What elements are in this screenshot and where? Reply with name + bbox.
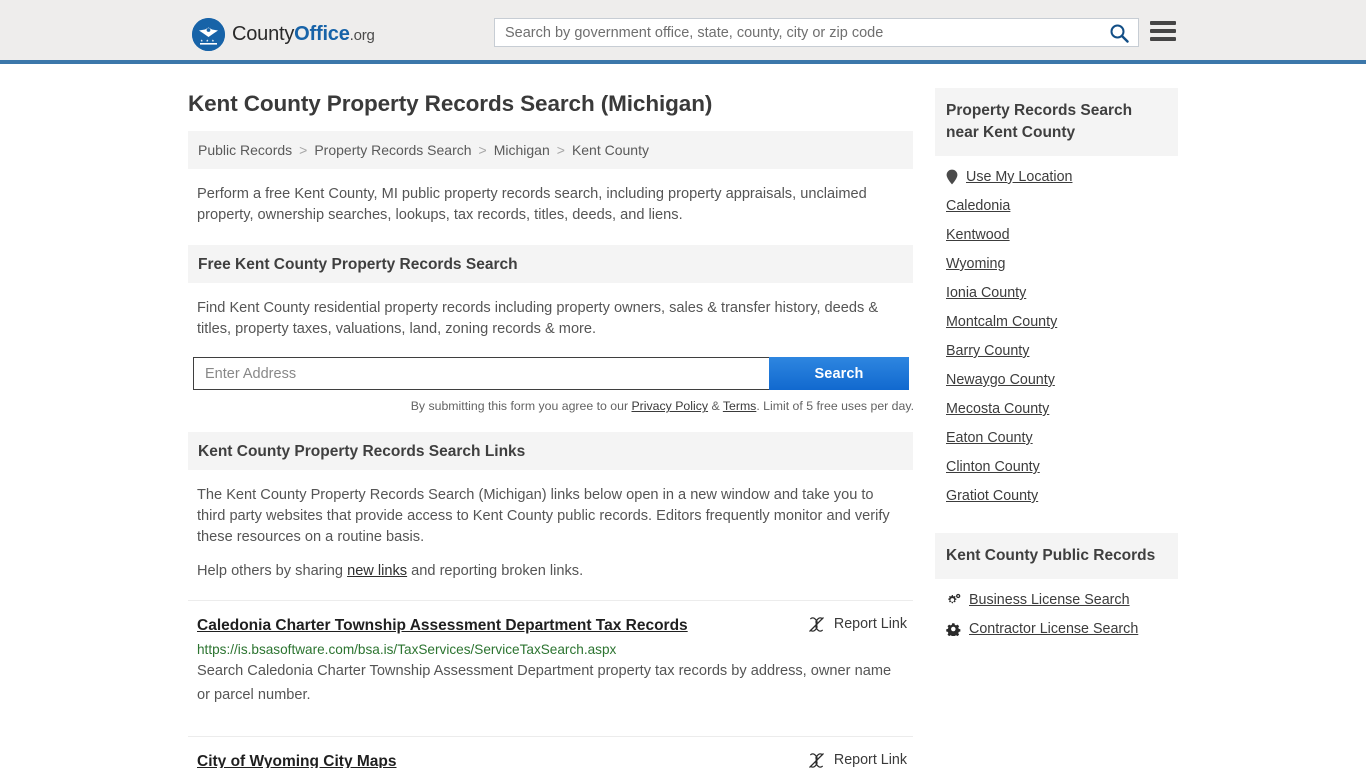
- report-link-button[interactable]: Report Link: [808, 616, 913, 633]
- sidebar-item-newaygo-county[interactable]: Newaygo County: [935, 359, 1178, 388]
- share-prefix: Help others by sharing: [197, 563, 348, 580]
- sidebar-use-my-location-link[interactable]: Use My Location: [966, 169, 1072, 185]
- global-search-bar[interactable]: [494, 18, 1139, 47]
- breadcrumb-separator-icon: >: [556, 142, 565, 158]
- sidebar-item-business-license-search[interactable]: Business License Search: [935, 579, 1178, 608]
- sidebar-public-records-card: Kent County Public Records Business Lice…: [935, 533, 1178, 637]
- broken-link-icon: [809, 617, 824, 632]
- form-legal-text: By submitting this form you agree to our…: [193, 399, 914, 413]
- sidebar-item-ionia-county[interactable]: Ionia County: [935, 272, 1178, 301]
- sidebar-item-caledonia[interactable]: Caledonia: [935, 185, 1178, 214]
- terms-link[interactable]: Terms: [723, 399, 756, 413]
- breadcrumb-item-property-records-search[interactable]: Property Records Search: [314, 142, 471, 158]
- sidebar-link[interactable]: Kentwood: [946, 227, 1010, 243]
- breadcrumb-item-public-records[interactable]: Public Records: [198, 142, 292, 158]
- site-logo[interactable]: CountyOffice.org: [192, 18, 375, 51]
- sidebar: Property Records Search near Kent County…: [935, 64, 1178, 768]
- site-header: CountyOffice.org: [0, 0, 1366, 64]
- global-search-input[interactable]: [495, 19, 1100, 46]
- sidebar-public-records-heading: Kent County Public Records: [935, 533, 1178, 579]
- sidebar-link[interactable]: Business License Search: [969, 592, 1130, 608]
- report-link-label: Report Link: [833, 752, 907, 768]
- hamburger-bar: [1150, 21, 1176, 25]
- link-entry-header: Caledonia Charter Township Assessment De…: [197, 616, 913, 636]
- sidebar-link[interactable]: Newaygo County: [946, 372, 1055, 388]
- link-entry-title[interactable]: City of Wyoming City Maps: [197, 753, 397, 768]
- link-entry-title[interactable]: Caledonia Charter Township Assessment De…: [197, 617, 688, 636]
- report-link-button[interactable]: Report Link: [808, 752, 913, 768]
- gear-icon: [946, 622, 961, 636]
- page-intro-text: Perform a free Kent County, MI public pr…: [197, 186, 867, 223]
- links-section-heading: Kent County Property Records Search Link…: [188, 432, 913, 471]
- logo-text-office: Office: [294, 23, 350, 45]
- sidebar-public-records-list: Business License Search Contractor Licen…: [935, 579, 1178, 637]
- address-search-form: Search: [193, 357, 909, 391]
- broken-link-icon: [809, 752, 824, 768]
- sidebar-link[interactable]: Wyoming: [946, 256, 1005, 272]
- logo-text-org: .org: [349, 27, 375, 44]
- sidebar-near-heading: Property Records Search near Kent County: [935, 88, 1178, 156]
- legal-prefix: By submitting this form you agree to our: [410, 399, 632, 414]
- sidebar-link[interactable]: Mecosta County: [946, 401, 1049, 417]
- map-pin-icon: [946, 169, 958, 185]
- hamburger-bar: [1150, 29, 1176, 33]
- new-links-link[interactable]: new links: [347, 563, 407, 579]
- sidebar-item-eaton-county[interactable]: Eaton County: [935, 417, 1178, 446]
- sidebar-item-contractor-license-search[interactable]: Contractor License Search: [935, 608, 1178, 637]
- legal-suffix: . Limit of 5 free uses per day.: [756, 399, 914, 414]
- sidebar-link[interactable]: Contractor License Search: [969, 621, 1138, 637]
- sidebar-item-gratiot-county[interactable]: Gratiot County: [935, 475, 1178, 504]
- sidebar-link[interactable]: Caledonia: [946, 198, 1010, 214]
- sidebar-item-clinton-county[interactable]: Clinton County: [935, 446, 1178, 475]
- page-title: Kent County Property Records Search (Mic…: [188, 91, 713, 116]
- sidebar-link[interactable]: Ionia County: [946, 285, 1026, 301]
- privacy-policy-link[interactable]: Privacy Policy: [631, 399, 708, 413]
- sidebar-item-barry-county[interactable]: Barry County: [935, 330, 1178, 359]
- link-entry: Caledonia Charter Township Assessment De…: [188, 599, 913, 722]
- sidebar-near-list: Use My Location Caledonia Kentwood Wyomi…: [935, 156, 1178, 504]
- address-input[interactable]: [193, 357, 769, 391]
- breadcrumb-item-kent-county[interactable]: Kent County: [572, 142, 649, 158]
- sidebar-item-use-my-location[interactable]: Use My Location: [935, 156, 1178, 185]
- links-section-description: The Kent County Property Records Search …: [197, 487, 890, 546]
- free-search-description: Find Kent County residential property re…: [197, 299, 879, 337]
- search-icon: [1110, 24, 1129, 43]
- share-links-text: Help others by sharing new links and rep…: [188, 548, 904, 582]
- sidebar-item-mecosta-county[interactable]: Mecosta County: [935, 388, 1178, 417]
- main-column: Kent County Property Records Search (Mic…: [188, 64, 914, 768]
- sidebar-item-wyoming[interactable]: Wyoming: [935, 243, 1178, 272]
- gears-icon: [946, 593, 961, 607]
- breadcrumb-item-michigan[interactable]: Michigan: [494, 142, 550, 158]
- sidebar-link[interactable]: Barry County: [946, 343, 1029, 359]
- sidebar-item-kentwood[interactable]: Kentwood: [935, 214, 1178, 243]
- hamburger-menu-icon[interactable]: [1150, 19, 1176, 43]
- link-entry-header: City of Wyoming City Maps Report Link: [197, 752, 913, 768]
- breadcrumb-separator-icon: >: [478, 142, 487, 158]
- hamburger-bar: [1150, 37, 1176, 41]
- sidebar-link[interactable]: Gratiot County: [946, 488, 1038, 504]
- legal-ampersand: &: [708, 399, 723, 414]
- page-body: Kent County Property Records Search (Mic…: [0, 64, 1366, 768]
- countyoffice-eagle-logo-icon: [192, 18, 225, 51]
- sidebar-link[interactable]: Eaton County: [946, 430, 1033, 446]
- breadcrumb: Public Records > Property Records Search…: [188, 131, 913, 169]
- share-suffix: and reporting broken links.: [407, 563, 584, 580]
- breadcrumb-separator-icon: >: [299, 142, 308, 158]
- content-wrapper: Kent County Property Records Search (Mic…: [188, 64, 1178, 768]
- link-entry: City of Wyoming City Maps Report Link ht…: [188, 735, 913, 768]
- search-submit-button[interactable]: [1100, 19, 1138, 46]
- site-logo-text: CountyOffice.org: [232, 23, 375, 46]
- sidebar-link[interactable]: Montcalm County: [946, 314, 1057, 330]
- free-search-heading: Free Kent County Property Records Search: [188, 244, 913, 283]
- address-search-button[interactable]: Search: [769, 357, 909, 391]
- link-entry-description: Search Caledonia Charter Township Assess…: [197, 663, 892, 704]
- sidebar-item-montcalm-county[interactable]: Montcalm County: [935, 301, 1178, 330]
- sidebar-link[interactable]: Clinton County: [946, 459, 1040, 475]
- report-link-label: Report Link: [833, 616, 907, 633]
- link-entry-url: https://is.bsasoftware.com/bsa.is/TaxSer…: [197, 642, 617, 658]
- logo-text-county: County: [232, 23, 295, 45]
